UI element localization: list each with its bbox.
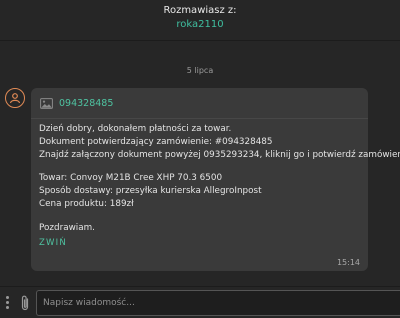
conversation-username[interactable]: roka2110 bbox=[0, 18, 400, 31]
collapse-button[interactable]: ZWIŃ bbox=[39, 238, 67, 248]
user-avatar-icon bbox=[5, 88, 25, 108]
message-input[interactable]: Napisz wiadomość... bbox=[36, 290, 400, 316]
conversation-label: Rozmawiasz z: bbox=[163, 5, 237, 16]
more-vertical-icon[interactable] bbox=[4, 296, 10, 310]
message-line: Towar: Convoy M21B Cree XHP 70.3 6500 bbox=[39, 173, 223, 183]
attachment-divider bbox=[31, 118, 368, 119]
message-bubble: 094328485 Dzień dobry, dokonałem płatnoś… bbox=[31, 88, 400, 271]
attachment-link[interactable]: 094328485 bbox=[59, 98, 113, 109]
message-line: Pozdrawiam. bbox=[39, 223, 95, 233]
header-divider bbox=[0, 40, 400, 41]
image-icon bbox=[40, 97, 53, 109]
message-line: Znajdź załączony dokument powyżej 093529… bbox=[39, 150, 400, 160]
message-line: Cena produktu: 189zł bbox=[39, 199, 134, 209]
attachment-row[interactable]: 094328485 bbox=[40, 96, 113, 110]
message-line: Sposób dostawy: przesyłka kurierska Alle… bbox=[39, 186, 262, 196]
date-separator: 5 lipca bbox=[186, 66, 214, 75]
message-time: 15:14 bbox=[336, 258, 360, 267]
paperclip-icon[interactable] bbox=[19, 294, 31, 312]
message-line: Dzień dobry, dokonałem płatności za towa… bbox=[39, 124, 232, 134]
message-composer: Napisz wiadomość... bbox=[0, 286, 400, 318]
message-line: Dokument potwierdzający zamówienie: #094… bbox=[39, 137, 273, 147]
conversation-header: Rozmawiasz z: roka2110 bbox=[0, 0, 400, 40]
